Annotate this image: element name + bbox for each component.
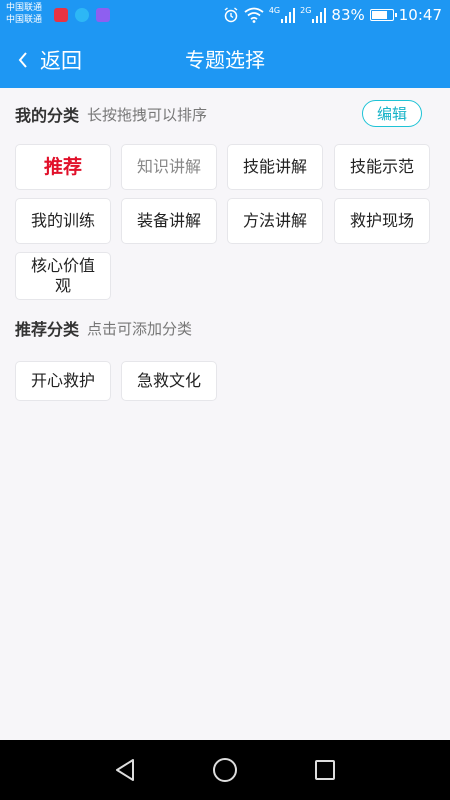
recommended-categories-header: 推荐分类 点击可添加分类 (15, 316, 192, 340)
battery-percent: 83% (331, 6, 365, 24)
category-tag-my-training[interactable]: 我的训练 (15, 198, 111, 244)
category-tag-skill-lecture[interactable]: 技能讲解 (227, 144, 323, 190)
system-nav-bar (0, 740, 450, 800)
category-tag-rescue-scene[interactable]: 救护现场 (334, 198, 430, 244)
clock: 10:47 (398, 6, 442, 24)
wifi-icon (244, 7, 264, 23)
edit-button[interactable]: 编辑 (362, 100, 422, 127)
triangle-back-icon (116, 759, 134, 781)
title-bar: 专题选择 返回 (0, 32, 450, 88)
system-back-button[interactable] (95, 740, 155, 800)
category-tag-method[interactable]: 方法讲解 (227, 198, 323, 244)
my-categories-title: 我的分类 (15, 106, 80, 125)
battery-icon (369, 9, 397, 21)
image-notification-icon (96, 8, 110, 22)
system-home-button[interactable] (195, 740, 255, 800)
carrier-2: 中国联通 (6, 15, 43, 25)
circle-home-icon (213, 758, 237, 782)
square-recent-icon (315, 760, 335, 780)
recommended-tag-happy-rescue[interactable]: 开心救护 (15, 361, 111, 401)
my-categories-hint: 长按拖拽可以排序 (87, 105, 208, 124)
notification-icons (54, 8, 110, 22)
status-right: 4G 2G 83% 10:47 (223, 6, 442, 24)
network-4g-label: 4G (268, 6, 281, 15)
signal-icon-1 (281, 8, 296, 23)
carrier-1: 中国联通 (6, 3, 43, 13)
back-label: 返回 (40, 49, 82, 73)
category-tag-skill-demo[interactable]: 技能示范 (334, 144, 430, 190)
signal-icon-2 (312, 8, 327, 23)
recommended-categories-title: 推荐分类 (15, 320, 80, 339)
recommended-categories-hint: 点击可添加分类 (87, 319, 193, 338)
recommended-tag-first-aid-culture[interactable]: 急救文化 (121, 361, 217, 401)
category-tag-recommend[interactable]: 推荐 (15, 144, 111, 190)
alarm-icon (224, 7, 238, 23)
category-tag-core-values[interactable]: 核心价值观 (15, 252, 111, 300)
battery-level (371, 11, 387, 19)
category-tag-equipment[interactable]: 装备讲解 (121, 198, 217, 244)
back-button[interactable]: 返回 (8, 32, 82, 88)
chevron-left-icon (8, 45, 38, 75)
carrier-info: 中国联通 中国联通 (6, 2, 42, 26)
message-notification-icon (75, 8, 89, 22)
network-2g-label: 2G (300, 6, 312, 15)
system-recent-button[interactable] (295, 740, 355, 800)
category-tag-knowledge[interactable]: 知识讲解 (121, 144, 217, 190)
status-bar: 中国联通 中国联通 4G 2G 83% 10:47 (0, 0, 450, 32)
app-notification-icon (54, 8, 68, 22)
my-categories-header: 我的分类 长按拖拽可以排序 (15, 102, 207, 126)
